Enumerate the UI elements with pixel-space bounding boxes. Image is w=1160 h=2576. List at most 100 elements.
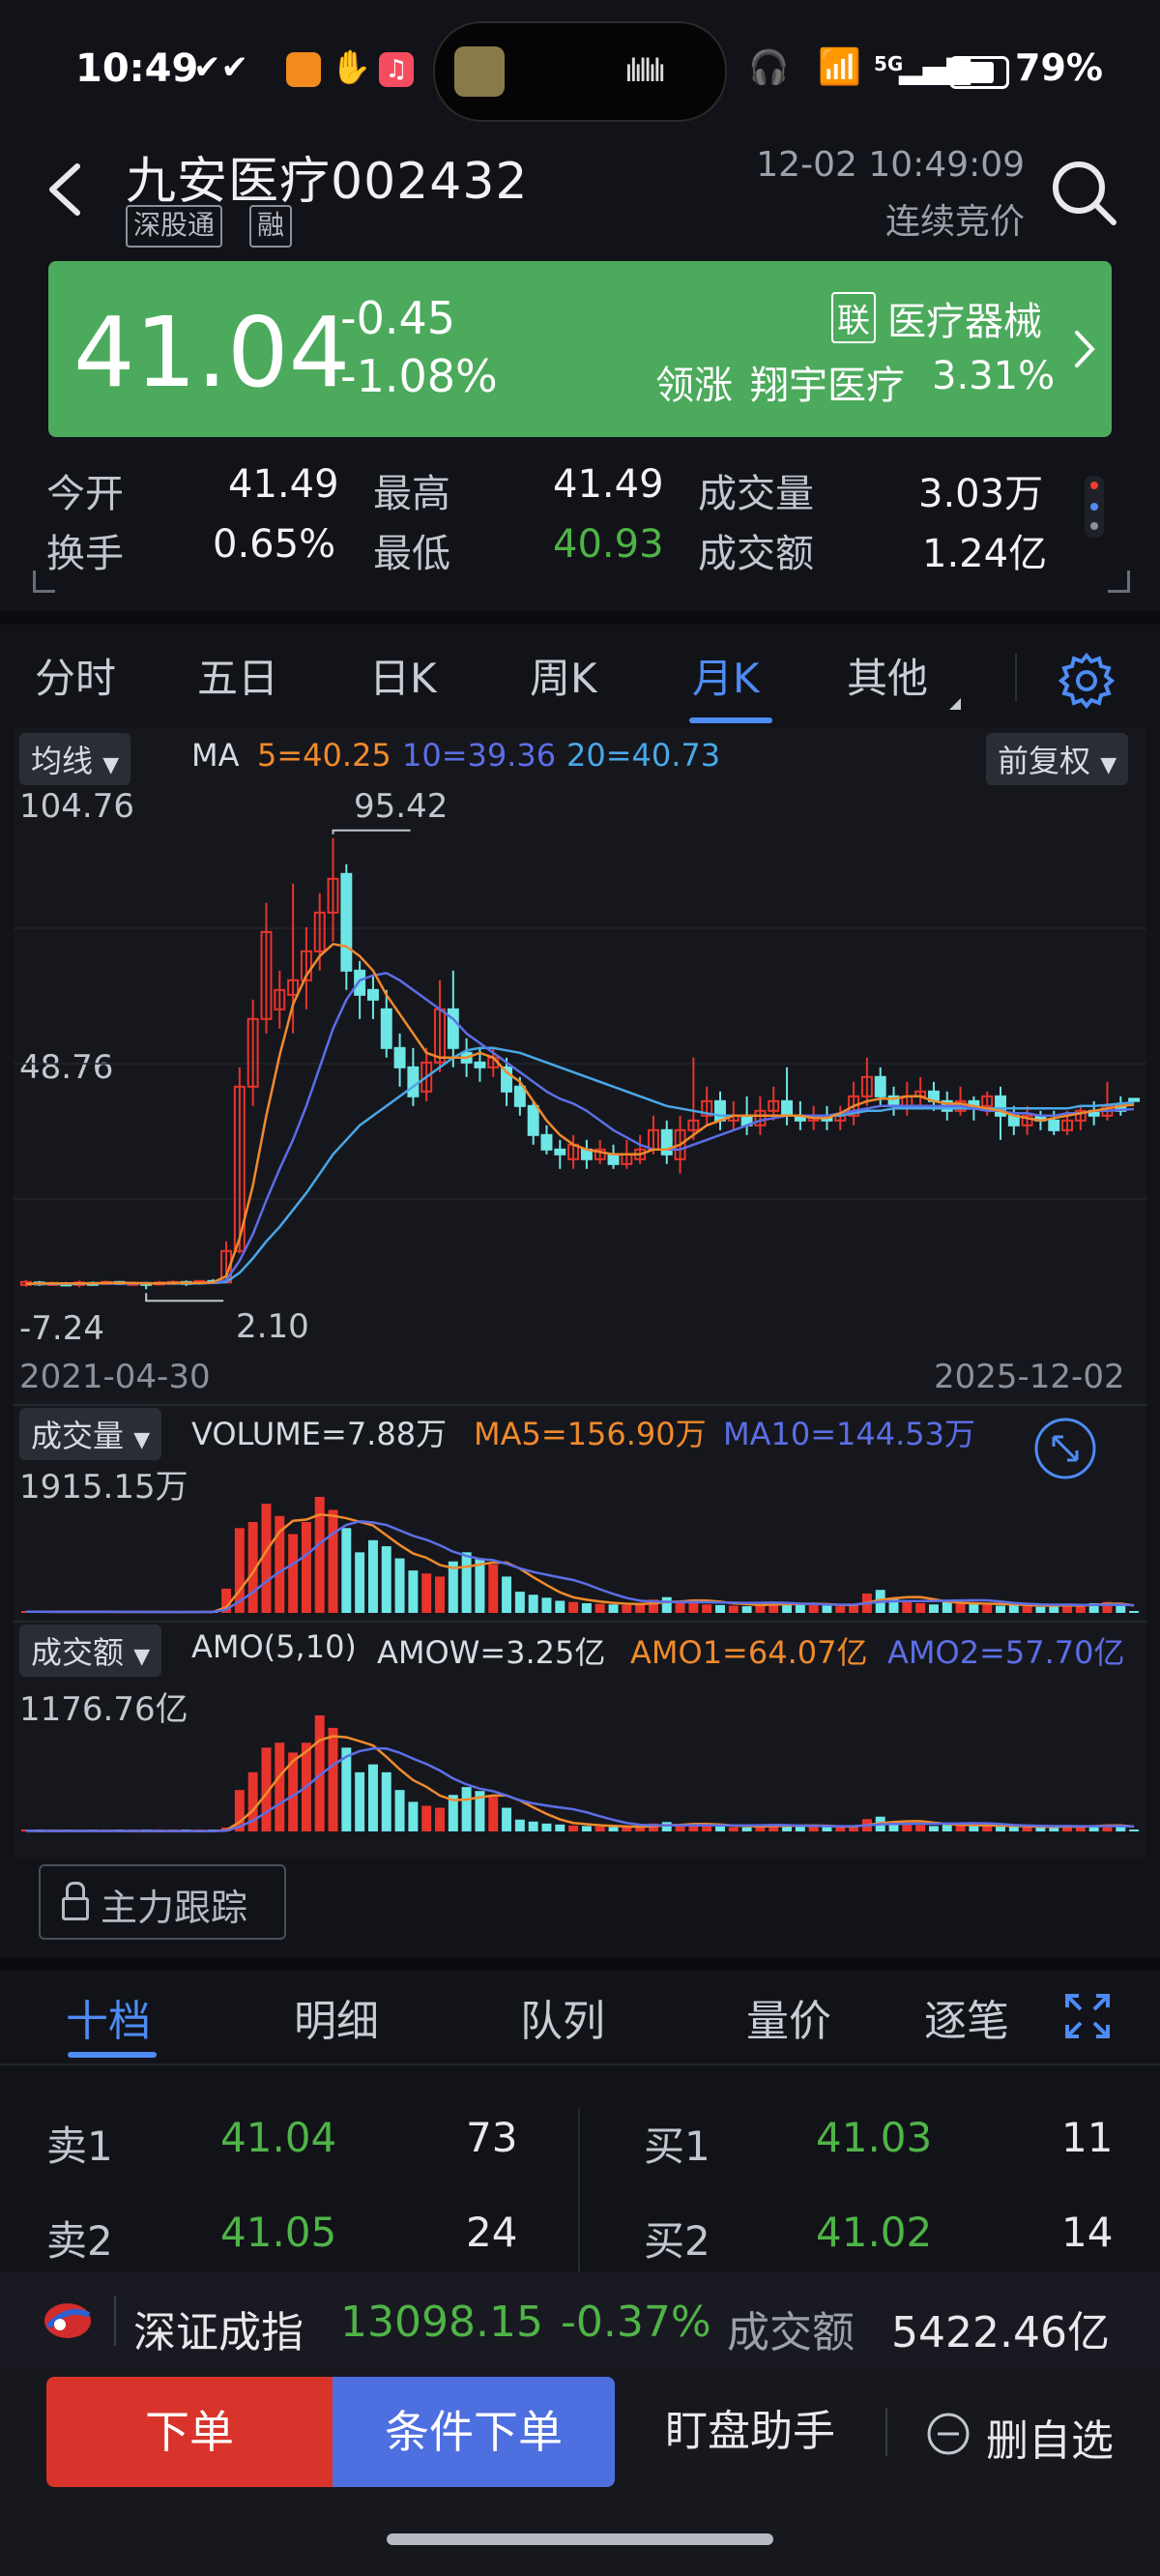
volume-dropdown-label: 成交量 xyxy=(31,1418,125,1454)
candle-body xyxy=(781,1099,794,1117)
conditional-order-button[interactable]: 条件下单 xyxy=(333,2377,615,2487)
expand-icon[interactable] xyxy=(1063,1992,1112,2040)
ob-tab-queue[interactable]: 队列 xyxy=(520,1986,605,2048)
amount-bar xyxy=(808,1826,819,1831)
amount-divider xyxy=(14,1621,1146,1623)
battery-percent: 79% xyxy=(1015,46,1103,89)
battery-icon xyxy=(949,56,1009,89)
candle-body xyxy=(340,872,353,972)
volume-bar xyxy=(475,1558,485,1613)
sector-name: 医疗器械 xyxy=(887,300,1042,344)
candle-body xyxy=(660,1128,673,1156)
volume-bar xyxy=(394,1558,405,1613)
wifi-icon: 📶 xyxy=(818,47,861,87)
main-force-button[interactable]: 主力跟踪 xyxy=(39,1864,286,1940)
volume-divider xyxy=(14,1404,1146,1406)
music-app-icon: ♫ xyxy=(379,52,414,87)
price-card[interactable]: 41.04 -0.45 -1.08% 联 医疗器械 领涨 翔宇医疗 3.31% xyxy=(48,261,1112,437)
caret-down-icon: ▼ xyxy=(133,1428,151,1452)
volume-chart[interactable] xyxy=(14,1450,1146,1617)
settings-gear-icon[interactable] xyxy=(1056,650,1117,712)
index-bar[interactable]: 深证成指 13098.15 -0.37% 成交额 5422.46亿 xyxy=(0,2272,1160,2369)
home-indicator[interactable] xyxy=(387,2533,773,2545)
back-button[interactable] xyxy=(39,155,97,222)
volume-bar xyxy=(288,1534,299,1613)
more-dots-icon[interactable] xyxy=(1085,476,1104,538)
sell1-price: 41.04 xyxy=(220,2114,337,2161)
candle-body xyxy=(554,1148,566,1156)
amount-bar xyxy=(275,1742,285,1831)
amo1-value: AMO1=64.07亿 xyxy=(630,1634,868,1671)
candle-body xyxy=(1128,1098,1141,1102)
candle-body xyxy=(874,1075,886,1098)
volume-bar xyxy=(435,1576,445,1613)
ob-tab-tick[interactable]: 逐笔 xyxy=(924,1986,1009,2048)
expand-corner-right-icon xyxy=(1108,571,1130,593)
stock-title: 九安医疗002432 xyxy=(126,140,529,213)
amount-bar xyxy=(514,1819,525,1831)
amount-bar xyxy=(702,1826,712,1831)
volume-bar xyxy=(528,1595,538,1613)
candle-body xyxy=(474,1061,486,1068)
volume-bar xyxy=(1129,1611,1140,1613)
amount-bar xyxy=(822,1827,832,1831)
volume-ma10: MA10=144.53万 xyxy=(723,1416,976,1452)
tab-weekly-k[interactable]: 周K xyxy=(530,646,597,705)
volume-bar xyxy=(808,1604,819,1613)
volume-bar xyxy=(942,1601,952,1613)
amount-bar xyxy=(568,1825,579,1831)
amount-bar xyxy=(341,1747,352,1831)
volume-bar xyxy=(381,1546,392,1613)
tab-intraday[interactable]: 分时 xyxy=(35,646,116,705)
ma5-line xyxy=(25,942,1135,1286)
amo-label: AMO(5,10) xyxy=(191,1628,357,1665)
ob-tab-ten-levels[interactable]: 十档 xyxy=(66,1986,151,2048)
lock-shackle xyxy=(66,1882,85,1898)
stock-code: 002432 xyxy=(331,153,529,211)
stat-value-high: 41.49 xyxy=(553,462,664,507)
candle-body xyxy=(527,1104,539,1136)
watch-assistant-button[interactable]: 盯盘助手 xyxy=(634,2377,866,2487)
tab-other[interactable]: 其他 xyxy=(847,646,928,705)
volume-bar xyxy=(915,1602,926,1613)
candle-body xyxy=(366,988,379,1001)
stats-grid[interactable]: 今开 41.49 最高 41.49 成交量 3.03万 换手 0.65% 最低 … xyxy=(0,454,1160,600)
dynamic-island[interactable]: ılıllılı xyxy=(433,21,727,122)
ob-tab-detail[interactable]: 明细 xyxy=(294,1986,379,2048)
amount-bar xyxy=(728,1827,739,1831)
volume-bar xyxy=(421,1573,432,1613)
volume-bar xyxy=(795,1604,805,1613)
quote-datetime: 12-02 10:49:09 xyxy=(756,145,1025,185)
tab-five-day[interactable]: 五日 xyxy=(197,646,278,705)
volume-bar xyxy=(955,1602,966,1613)
candlestick-chart[interactable] xyxy=(14,774,1146,1350)
ma10-line xyxy=(25,971,1135,1286)
remove-watchlist-button[interactable]: 删自选 xyxy=(926,2377,1139,2487)
tab-monthly-k[interactable]: 月K xyxy=(692,646,760,705)
back-arrow-icon xyxy=(49,163,80,216)
ob-tab-volume-price[interactable]: 量价 xyxy=(746,1986,831,2048)
leader-pct: 3.31% xyxy=(932,354,1056,398)
ma-label: MA xyxy=(191,737,240,774)
ma20-value: 20=40.73 xyxy=(566,737,721,774)
current-price: 41.04 xyxy=(73,296,351,409)
volume-bar xyxy=(835,1606,846,1613)
search-icon xyxy=(1053,161,1116,225)
index-amount-label: 成交额 xyxy=(727,2308,855,2357)
volume-bar xyxy=(568,1601,579,1613)
stat-label-low: 最低 xyxy=(373,532,450,576)
ma5-value: 5=40.25 xyxy=(257,737,392,774)
amount-chart[interactable] xyxy=(14,1669,1146,1835)
ma10-value: 10=39.36 xyxy=(402,737,557,774)
order-button[interactable]: 下单 xyxy=(46,2377,333,2487)
stat-value-low: 40.93 xyxy=(553,522,664,567)
tab-daily-k[interactable]: 日K xyxy=(369,646,437,705)
sell1-label: 卖1 xyxy=(46,2122,113,2170)
volume-bar xyxy=(928,1604,939,1613)
volume-bar xyxy=(341,1528,352,1613)
search-button[interactable] xyxy=(1046,155,1123,232)
volume-bar xyxy=(408,1570,419,1613)
volume-bar xyxy=(982,1604,993,1613)
tag-margin: 融 xyxy=(249,205,293,248)
amount-bar xyxy=(1129,1830,1140,1831)
